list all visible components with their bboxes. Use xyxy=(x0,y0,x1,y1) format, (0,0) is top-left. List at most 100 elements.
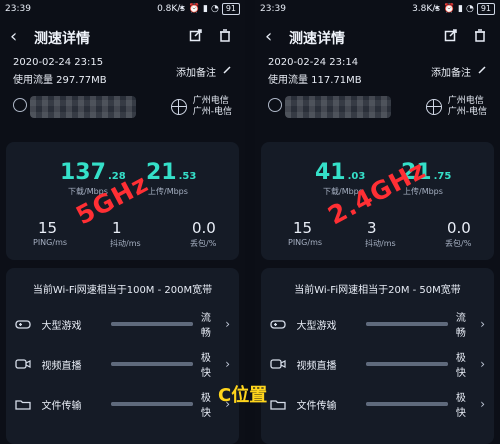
pencil-icon xyxy=(222,65,232,78)
loss-label: 丢包/% xyxy=(190,239,217,248)
chevron-right-icon: › xyxy=(225,357,230,371)
alarm-icon: ⏰ xyxy=(188,4,200,14)
add-note-button[interactable]: 添加备注 xyxy=(176,64,232,79)
status-bar: 23:39 0.8K/s ✶ ⏰ ▮ ◔ 91 xyxy=(0,0,245,18)
upload-dec: .75 xyxy=(433,171,452,182)
ping-label: PING/ms xyxy=(288,238,323,247)
download-speed: 41.03 xyxy=(315,160,365,185)
top-bar: ‹ 测速详情 xyxy=(255,22,500,52)
used-traffic: 使用流量 297.77MB xyxy=(13,75,107,86)
back-icon[interactable]: ‹ xyxy=(265,26,272,47)
add-note-label: 添加备注 xyxy=(176,68,216,79)
gamepad-icon xyxy=(270,317,287,331)
row-status: 流畅 xyxy=(455,313,466,339)
isp-line2: 广州-电信 xyxy=(447,107,487,117)
signal-icon: ▮ xyxy=(203,4,208,14)
download-dec: .03 xyxy=(347,171,366,182)
add-note-button[interactable]: 添加备注 xyxy=(431,64,487,79)
pencil-icon xyxy=(477,65,487,78)
isp-line1: 广州电信 xyxy=(192,96,229,106)
wifi-icon: ◔ xyxy=(210,4,219,14)
globe-icon xyxy=(425,99,442,115)
left-panel: 23:39 0.8K/s ✶ ⏰ ▮ ◔ 91 ‹ 测速详情 2020-02-2… xyxy=(0,0,245,444)
jitter-label: 抖动/ms xyxy=(110,239,141,248)
status-icons: ✶ ⏰ ▮ ◔ 91 xyxy=(178,3,240,15)
list-item[interactable]: 文件传输 极快 › xyxy=(15,390,230,419)
row-status: 流畅 xyxy=(200,313,211,339)
top-bar: ‹ 测速详情 xyxy=(0,22,245,52)
row-name: 大型游戏 xyxy=(41,320,82,332)
device-icon xyxy=(13,98,27,112)
video-icon xyxy=(15,357,32,371)
location-caption: C位置 xyxy=(218,385,268,406)
list-item[interactable]: 视频直播 极快 › xyxy=(270,350,485,379)
status-time: 23:39 xyxy=(5,4,31,14)
row-bar-fill xyxy=(366,402,448,406)
video-icon xyxy=(270,357,287,371)
row-bar-fill xyxy=(366,322,448,326)
row-status: 极快 xyxy=(200,393,211,419)
share-icon[interactable] xyxy=(444,27,458,46)
list-item[interactable]: 文件传输 极快 › xyxy=(270,390,485,419)
upload-speed: 21.53 xyxy=(146,160,196,185)
row-bar xyxy=(366,322,448,326)
wifi-equivalent: 当前Wi-Fi网速相当于20M - 50M宽带 xyxy=(294,285,461,296)
list-item[interactable]: 大型游戏 流畅 › xyxy=(270,310,485,339)
wifi-icon: ◔ xyxy=(465,4,474,14)
folder-icon xyxy=(15,397,32,411)
globe-icon xyxy=(170,99,187,115)
network-card: 当前Wi-Fi网速相当于100M - 200M宽带 大型游戏 流畅 › 视频直播… xyxy=(6,268,239,444)
trash-icon[interactable] xyxy=(218,27,232,46)
test-date: 2020-02-24 23:15 xyxy=(13,57,104,68)
row-name: 大型游戏 xyxy=(296,320,337,332)
back-icon[interactable]: ‹ xyxy=(10,26,17,47)
isp-info: 广州电信 广州-电信 xyxy=(170,96,232,118)
upload-dec: .53 xyxy=(178,171,197,182)
chevron-right-icon: › xyxy=(480,317,485,331)
ping-value: 15 xyxy=(38,219,58,237)
list-item[interactable]: 视频直播 极快 › xyxy=(15,350,230,379)
row-name: 视频直播 xyxy=(41,360,82,372)
row-bar-fill xyxy=(366,362,448,366)
row-bar xyxy=(366,402,448,406)
row-bar xyxy=(366,362,448,366)
row-status: 极快 xyxy=(455,393,466,419)
add-note-label: 添加备注 xyxy=(431,68,471,79)
row-name: 文件传输 xyxy=(296,400,337,412)
ping-value: 15 xyxy=(293,219,313,237)
isp-names: 广州电信 广州-电信 xyxy=(448,96,487,118)
folder-icon xyxy=(270,397,287,411)
isp-line2: 广州-电信 xyxy=(192,107,232,117)
row-bar xyxy=(111,322,193,326)
list-item[interactable]: 大型游戏 流畅 › xyxy=(15,310,230,339)
page-title: 测速详情 xyxy=(289,31,345,47)
signal-icon: ▮ xyxy=(458,4,463,14)
gamepad-icon xyxy=(15,317,32,331)
loss-label: 丢包/% xyxy=(445,239,472,248)
trash-icon[interactable] xyxy=(473,27,487,46)
row-name: 视频直播 xyxy=(296,360,337,372)
masked-ssid xyxy=(285,96,391,118)
battery-indicator: 91 xyxy=(476,3,495,15)
chevron-right-icon: › xyxy=(225,317,230,331)
jitter-value: 3 xyxy=(367,219,377,237)
wifi-equivalent: 当前Wi-Fi网速相当于100M - 200M宽带 xyxy=(32,285,213,296)
test-date: 2020-02-24 23:14 xyxy=(268,57,359,68)
row-bar-fill xyxy=(111,402,193,406)
isp-line1: 广州电信 xyxy=(447,96,484,106)
share-icon[interactable] xyxy=(189,27,203,46)
row-bar xyxy=(111,402,193,406)
upload-label: 上传/Mbps xyxy=(148,187,188,196)
status-icons: ✶ ⏰ ▮ ◔ 91 xyxy=(433,3,495,15)
loss-value: 0.0 xyxy=(447,219,471,237)
isp-info: 广州电信 广州-电信 xyxy=(425,96,487,118)
row-status: 极快 xyxy=(200,353,211,379)
row-status: 极快 xyxy=(455,353,466,379)
jitter-value: 1 xyxy=(112,219,122,237)
masked-ssid xyxy=(30,96,136,118)
page-title: 测速详情 xyxy=(34,31,90,47)
row-name: 文件传输 xyxy=(41,400,82,412)
row-bar-fill xyxy=(111,322,193,326)
alarm-icon: ⏰ xyxy=(443,4,455,14)
device-icon xyxy=(268,98,282,112)
